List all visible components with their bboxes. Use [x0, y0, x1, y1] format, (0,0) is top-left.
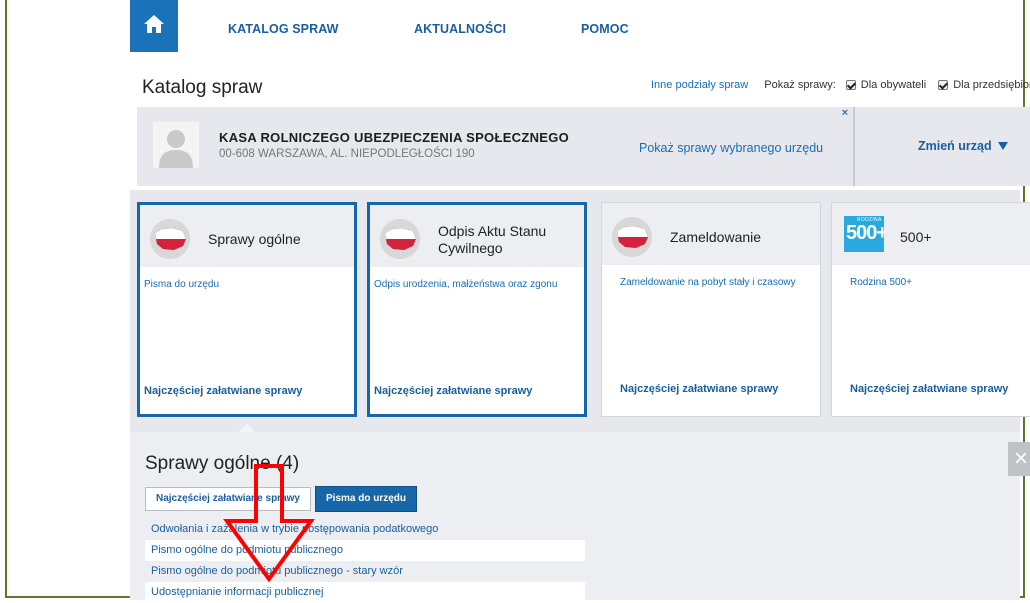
page-title: Katalog spraw	[142, 77, 263, 98]
top-nav: KATALOG SPRAW AKTUALNOŚCI POMOC	[130, 0, 1020, 52]
show-office-cases-link[interactable]: Pokaż sprawy wybranego urzędu	[639, 141, 823, 155]
triangle-down-icon	[997, 142, 1008, 150]
home-icon	[143, 14, 165, 39]
card-body-link[interactable]: Rodzina 500+	[850, 277, 1030, 288]
card-header: Sprawy ogólne	[140, 205, 354, 267]
card-body-link[interactable]: Odpis urodzenia, małżeństwa oraz zgonu	[374, 279, 560, 290]
card-body-link[interactable]: Pisma do urzędu	[144, 279, 330, 290]
card-header: Odpis Aktu Stanu Cywilnego	[370, 205, 584, 267]
poland-map-icon	[150, 219, 190, 259]
card-footer-link[interactable]: Najczęściej załatwiane sprawy	[850, 383, 1008, 395]
list-item[interactable]: Pismo ogólne do podmiotu publicznego - s…	[145, 561, 585, 582]
office-divider	[853, 107, 855, 186]
other-divisions-link[interactable]: Inne podziały spraw	[651, 79, 748, 91]
nav-news[interactable]: AKTUALNOŚCI	[414, 22, 506, 36]
change-office-button[interactable]: Zmień urząd	[918, 139, 1008, 153]
office-address: 00-608 WARSZAWA, AL. NIEPODLEGŁOŚCI 190	[219, 148, 475, 160]
rodzina-500-logo: RODZINA 500+	[844, 216, 884, 252]
business-checkbox[interactable]	[938, 80, 949, 90]
card-body-link[interactable]: Zameldowanie na pobyt stały i czasowy	[620, 277, 806, 288]
logo-big-text: 500+	[846, 222, 884, 244]
nav-catalog[interactable]: KATALOG SPRAW	[228, 22, 339, 36]
poland-map-icon	[380, 219, 420, 259]
card-registration[interactable]: Zameldowanie Zameldowanie na pobyt stały…	[601, 202, 821, 417]
citizens-checkbox[interactable]	[845, 80, 856, 90]
card-header: Zameldowanie	[602, 203, 820, 265]
card-title: 500+	[900, 229, 932, 245]
section-pointer	[239, 423, 255, 432]
left-margin	[7, 0, 137, 596]
change-office-label: Zmień urząd	[918, 139, 992, 153]
letters-tab[interactable]: Pisma do urzędu	[315, 486, 418, 512]
show-cases-label: Pokaż sprawy:	[764, 79, 836, 91]
selected-office-panel: KASA ROLNICZEGO UBEZPIECZENIA SPOŁECZNEG…	[137, 107, 1030, 186]
citizens-label: Dla obywateli	[860, 79, 927, 91]
card-civil-records[interactable]: Odpis Aktu Stanu Cywilnego Odpis urodzen…	[367, 202, 587, 417]
list-item[interactable]: Pismo ogólne do podmiotu publicznego	[145, 540, 585, 561]
filters-bar: Inne podziały spraw Pokaż sprawy: Dla ob…	[651, 79, 1030, 91]
card-footer-link[interactable]: Najczęściej załatwiane sprawy	[144, 385, 302, 397]
card-title: Zameldowanie	[670, 229, 762, 245]
office-avatar	[153, 122, 199, 168]
card-title: Odpis Aktu Stanu Cywilnego	[438, 223, 547, 256]
business-label: Dla przedsiębior	[953, 79, 1030, 91]
card-title: Sprawy ogólne	[208, 231, 301, 247]
home-button[interactable]	[130, 0, 178, 52]
card-footer-link[interactable]: Najczęściej załatwiane sprawy	[374, 385, 532, 397]
card-header: RODZINA 500+ 500+	[832, 203, 1030, 265]
card-footer-link[interactable]: Najczęściej załatwiane sprawy	[620, 383, 778, 395]
office-close-button[interactable]: ×	[837, 107, 853, 121]
case-list: Odwołania i zażalenia w trybie postępowa…	[145, 519, 585, 603]
nav-help[interactable]: POMOC	[581, 22, 629, 36]
office-name: KASA ROLNICZEGO UBEZPIECZENIA SPOŁECZNEG…	[219, 130, 570, 145]
list-item[interactable]: Odwołania i zażalenia w trybie postępowa…	[145, 519, 585, 540]
section-close-button[interactable]: ×	[1008, 442, 1030, 476]
red-arrow-annotation	[223, 464, 315, 583]
card-500-plus[interactable]: RODZINA 500+ 500+ Rodzina 500+ Najczęści…	[831, 202, 1030, 417]
card-general-cases[interactable]: Sprawy ogólne Pisma do urzędu Najczęście…	[137, 202, 357, 417]
poland-map-icon	[612, 217, 652, 257]
